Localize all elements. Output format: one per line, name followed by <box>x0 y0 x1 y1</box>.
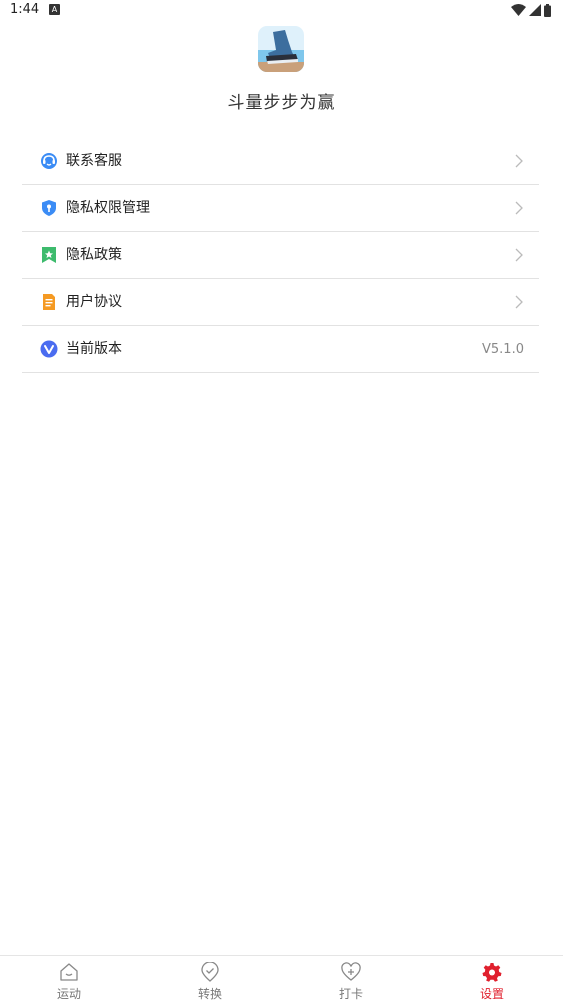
version-value: V5.1.0 <box>482 342 524 357</box>
settings-menu: 联系客服 隐私权限管理 隐私政策 用户协议 当前版本 V5.1.0 <box>22 138 539 373</box>
tab-settings[interactable]: 设置 <box>462 956 522 1003</box>
tab-checkin[interactable]: 打卡 <box>321 956 381 1003</box>
notification-badge: A <box>49 4 60 15</box>
menu-item-user-agreement[interactable]: 用户协议 <box>22 279 539 326</box>
menu-item-label: 当前版本 <box>66 341 122 357</box>
customer-service-icon <box>41 153 57 169</box>
tab-label: 转换 <box>197 987 222 1001</box>
menu-item-current-version[interactable]: 当前版本 V5.1.0 <box>22 326 539 373</box>
shield-icon <box>42 200 56 216</box>
bookmark-star-icon <box>42 247 56 263</box>
menu-item-customer-service[interactable]: 联系客服 <box>22 138 539 185</box>
battery-icon <box>544 3 551 17</box>
chevron-right-icon <box>515 295 523 309</box>
app-name: 斗量步步为赢 <box>227 93 336 113</box>
signal-icon <box>529 4 541 16</box>
tab-convert[interactable]: 转换 <box>180 956 240 1003</box>
tab-label: 打卡 <box>338 987 363 1001</box>
menu-item-privacy-policy[interactable]: 隐私政策 <box>22 232 539 279</box>
location-check-icon <box>201 962 219 982</box>
document-icon <box>43 294 55 310</box>
status-time: 1:44 <box>10 2 40 17</box>
chevron-right-icon <box>515 154 523 168</box>
tab-label: 设置 <box>479 987 504 1001</box>
version-icon <box>40 340 58 358</box>
menu-item-privacy-permissions[interactable]: 隐私权限管理 <box>22 185 539 232</box>
bottom-tab-bar: 运动 转换 打卡 设置 <box>0 955 563 1003</box>
wifi-icon <box>511 4 526 16</box>
home-icon <box>60 963 78 981</box>
tab-label: 运动 <box>56 987 81 1001</box>
menu-item-label: 用户协议 <box>66 294 122 310</box>
status-icons <box>511 3 551 17</box>
chevron-right-icon <box>515 248 523 262</box>
tab-sport[interactable]: 运动 <box>39 956 99 1003</box>
menu-item-label: 联系客服 <box>66 153 122 169</box>
menu-item-label: 隐私政策 <box>66 247 122 263</box>
heart-plus-icon <box>341 962 361 981</box>
menu-item-label: 隐私权限管理 <box>66 200 150 216</box>
chevron-right-icon <box>515 201 523 215</box>
app-logo-icon <box>258 26 304 72</box>
gear-icon <box>482 963 502 982</box>
status-bar: 1:44 A <box>0 0 563 20</box>
